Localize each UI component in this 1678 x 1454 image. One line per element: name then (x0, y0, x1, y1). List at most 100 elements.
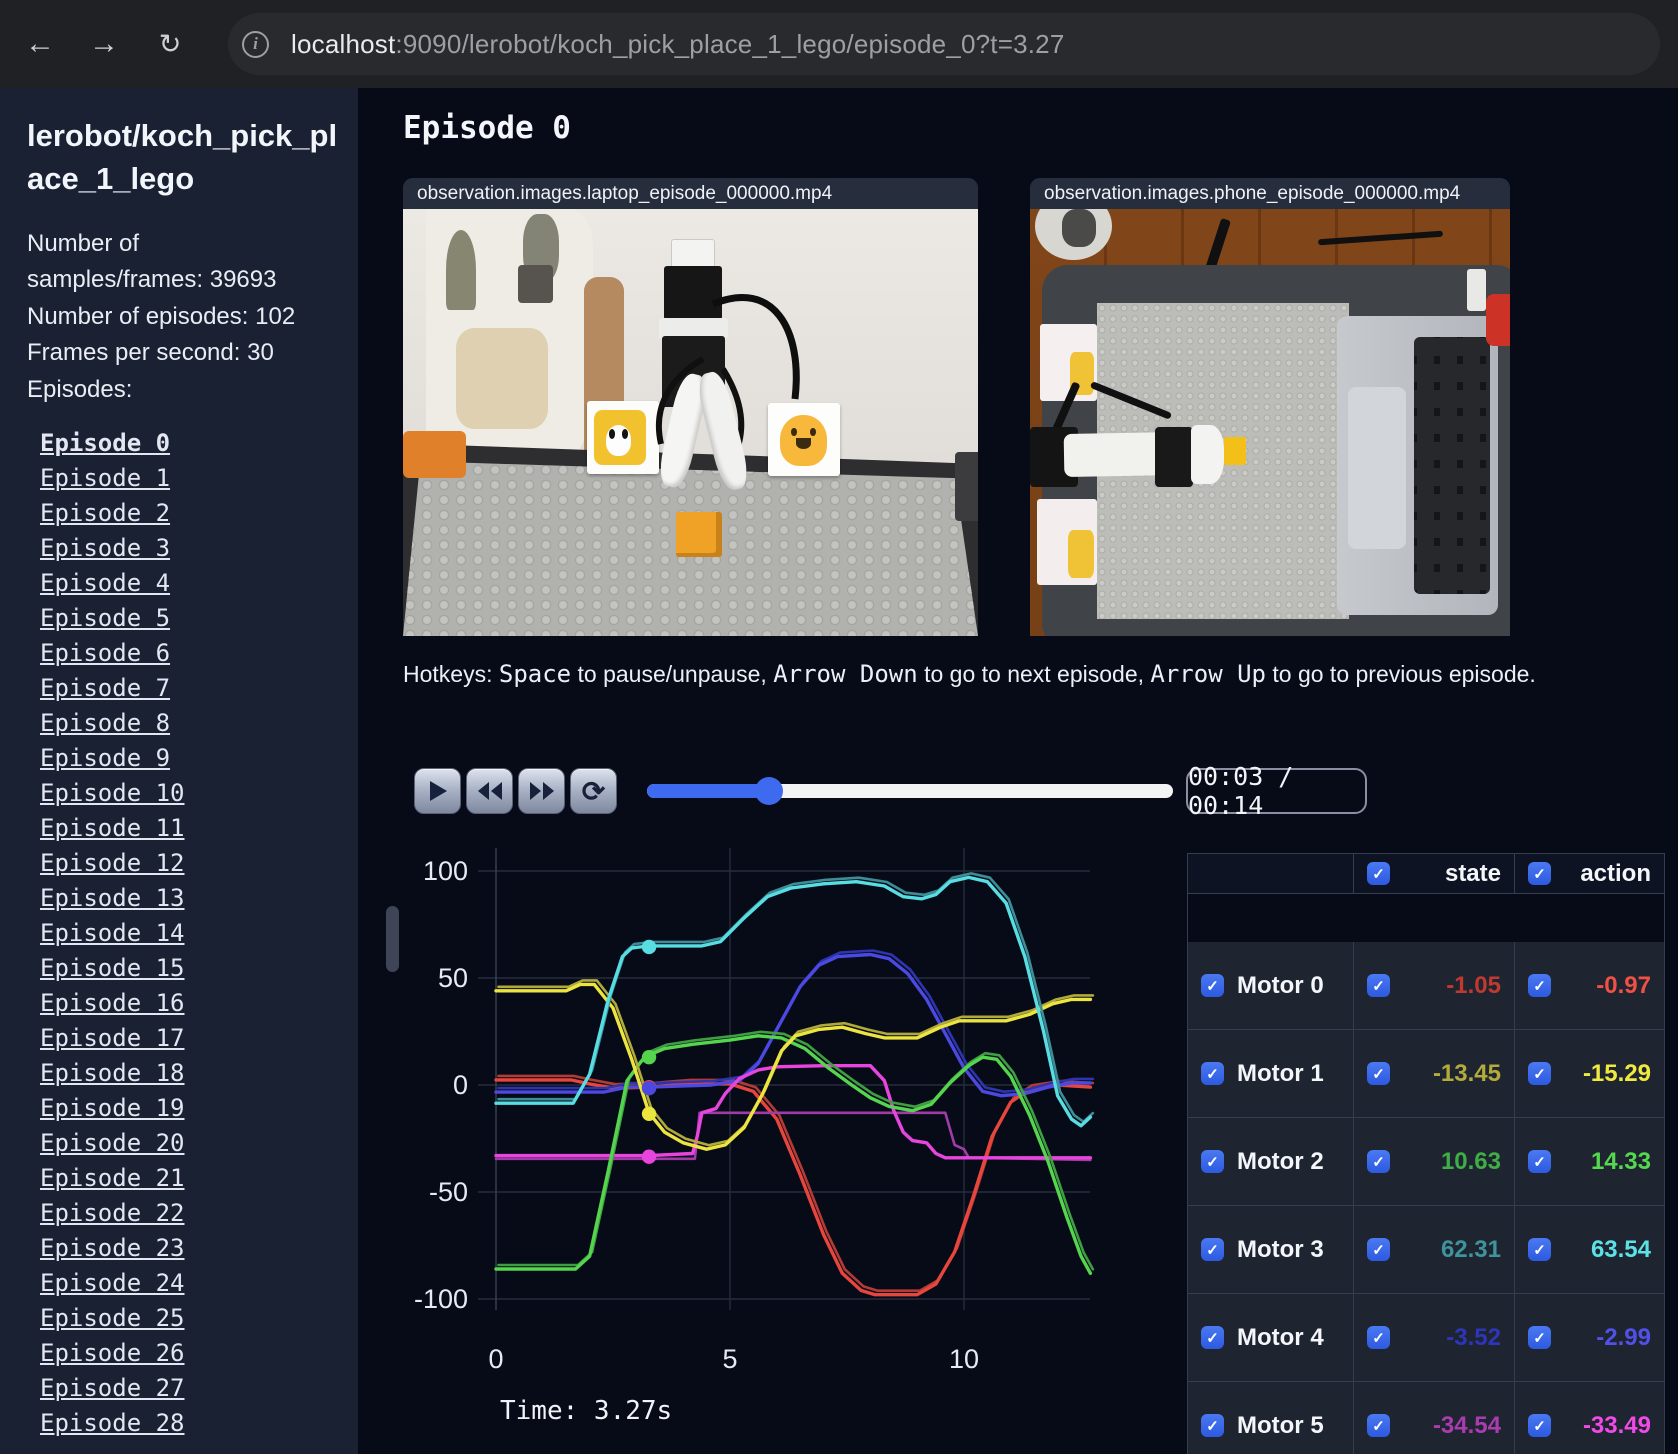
checkbox[interactable]: ✓ (1367, 1326, 1390, 1349)
video-phone[interactable] (1030, 209, 1510, 636)
video-panel-laptop: observation.images.laptop_episode_000000… (403, 178, 978, 636)
site-info-icon[interactable]: i (242, 30, 269, 58)
sidebar-episode-link[interactable]: Episode 28 (40, 1406, 340, 1441)
sidebar-episode-link[interactable]: Episode 27 (40, 1371, 340, 1406)
sidebar-episode-link[interactable]: Episode 13 (40, 881, 340, 916)
sidebar-episode-link[interactable]: Episode 14 (40, 916, 340, 951)
sidebar-episode-link[interactable]: Episode 8 (40, 706, 340, 741)
back-arrow-icon[interactable]: ← (20, 24, 60, 64)
motor-action-cell: ✓ 14.33 (1515, 1118, 1664, 1206)
checkbox[interactable]: ✓ (1201, 1326, 1224, 1349)
motor-row-label: ✓ Motor 2 (1188, 1118, 1354, 1206)
play-button[interactable] (414, 768, 461, 814)
sidebar-episode-link[interactable]: Episode 10 (40, 776, 340, 811)
checkbox[interactable]: ✓ (1201, 1238, 1224, 1261)
motor-state-cell: ✓ 62.31 (1354, 1206, 1515, 1294)
url-text[interactable]: localhost:9090/lerobot/koch_pick_place_1… (291, 29, 1065, 60)
checkbox[interactable]: ✓ (1367, 1150, 1390, 1173)
checkbox[interactable]: ✓ (1528, 1150, 1551, 1173)
loop-button[interactable]: ⟳ (570, 768, 617, 814)
checkbox[interactable]: ✓ (1528, 862, 1551, 885)
sidebar-episode-link[interactable]: Episode 16 (40, 986, 340, 1021)
checkbox[interactable]: ✓ (1201, 1062, 1224, 1085)
motor-chart: 100 50 0 -50 -100 0 5 10 (414, 848, 1095, 1374)
checkbox[interactable]: ✓ (1367, 1238, 1390, 1261)
checkbox[interactable]: ✓ (1201, 974, 1224, 997)
sidebar-episode-link[interactable]: Episode 5 (40, 601, 340, 636)
motor-row-label: ✓ Motor 0 (1188, 942, 1354, 1030)
motor-action-cell: ✓ -33.49 (1515, 1382, 1664, 1454)
motor-state-cell: ✓ -3.52 (1354, 1294, 1515, 1382)
action-value: -15.29 (1582, 1059, 1651, 1087)
checkbox[interactable]: ✓ (1528, 1414, 1551, 1437)
chart-time-label: Time: 3.27s (500, 1396, 673, 1426)
sidebar-episode-link[interactable]: Episode 7 (40, 671, 340, 706)
checkbox[interactable]: ✓ (1201, 1150, 1224, 1173)
sidebar-episode-link[interactable]: Episode 3 (40, 531, 340, 566)
sidebar-episode-link[interactable]: Episode 15 (40, 951, 340, 986)
sidebar-episode-link[interactable]: Episode 25 (40, 1301, 340, 1336)
sidebar-episode-link[interactable]: Episode 20 (40, 1126, 340, 1161)
motor-state-cell: ✓ -34.54 (1354, 1382, 1515, 1454)
address-bar[interactable]: i localhost:9090/lerobot/koch_pick_place… (228, 13, 1660, 75)
motor-name: Motor 4 (1237, 1323, 1324, 1351)
page-title: Episode 0 (403, 110, 571, 146)
checkbox[interactable]: ✓ (1367, 1062, 1390, 1085)
motor-name: Motor 0 (1237, 971, 1324, 999)
state-value: -1.05 (1446, 971, 1501, 999)
rewind-button[interactable] (466, 768, 513, 814)
scrollbar-thumb[interactable] (386, 906, 399, 972)
checkbox[interactable]: ✓ (1528, 1062, 1551, 1085)
sidebar: lerobot/koch_pick_pl ace_1_lego Number o… (0, 88, 358, 1454)
checkbox[interactable]: ✓ (1528, 974, 1551, 997)
motor-name: Motor 5 (1237, 1411, 1324, 1439)
scene-usb-plug (1466, 268, 1486, 312)
checkbox[interactable]: ✓ (1201, 1414, 1224, 1437)
current-time-marker (641, 1081, 657, 1096)
sidebar-episode-link[interactable]: Episode 4 (40, 566, 340, 601)
sidebar-episode-link[interactable]: Episode 24 (40, 1266, 340, 1301)
seek-slider-fill (647, 784, 770, 798)
sidebar-episode-link[interactable]: Episode 12 (40, 846, 340, 881)
sidebar-episode-link[interactable]: Episode 0 (40, 426, 340, 461)
sidebar-episode-link[interactable]: Episode 6 (40, 636, 340, 671)
sidebar-episode-link[interactable]: Episode 23 (40, 1231, 340, 1266)
current-time-marker (641, 1049, 657, 1065)
sidebar-episode-link[interactable]: Episode 9 (40, 741, 340, 776)
seek-slider-thumb[interactable] (755, 777, 784, 805)
checkbox[interactable]: ✓ (1367, 862, 1390, 885)
fast-forward-button[interactable] (518, 768, 565, 814)
sidebar-episode-link[interactable]: Episode 11 (40, 811, 340, 846)
motor-action-cell: ✓ -15.29 (1515, 1030, 1664, 1118)
motor-action-cell: ✓ 63.54 (1515, 1206, 1664, 1294)
checkbox[interactable]: ✓ (1528, 1238, 1551, 1261)
motor-table: ✓ state ✓ action ✓ Motor 0 ✓ -1.05 ✓ -0.97 ✓ Motor … (1187, 853, 1665, 1454)
y-tick-label: 100 (423, 856, 468, 886)
action-value: -33.49 (1582, 1411, 1651, 1439)
sidebar-episode-link[interactable]: Episode 1 (40, 461, 340, 496)
sidebar-episode-link[interactable]: Episode 17 (40, 1021, 340, 1056)
sidebar-episode-link[interactable]: Episode 26 (40, 1336, 340, 1371)
sidebar-episode-link[interactable]: Episode 22 (40, 1196, 340, 1231)
reload-icon[interactable]: ↻ (150, 24, 190, 64)
checkbox[interactable]: ✓ (1367, 1414, 1390, 1437)
checkbox[interactable]: ✓ (1367, 974, 1390, 997)
seek-slider[interactable] (647, 777, 1173, 805)
current-time-marker (641, 1106, 657, 1121)
forward-arrow-icon[interactable]: → (84, 24, 124, 64)
video-laptop[interactable] (403, 209, 978, 636)
checkbox[interactable]: ✓ (1528, 1326, 1551, 1349)
scene-trackpad (1348, 387, 1407, 549)
dataset-title: lerobot/koch_pick_pl ace_1_lego (27, 118, 338, 196)
motor-action-cell: ✓ -2.99 (1515, 1294, 1664, 1382)
video-title-laptop: observation.images.laptop_episode_000000… (403, 178, 978, 209)
sidebar-episode-link[interactable]: Episode 2 (40, 496, 340, 531)
sidebar-episode-link[interactable]: Episode 18 (40, 1056, 340, 1091)
scene-arm-gripper (1190, 424, 1225, 485)
sidebar-episode-link[interactable]: Episode 19 (40, 1091, 340, 1126)
sidebar-episode-link[interactable]: Episode 21 (40, 1161, 340, 1196)
table-header-action: ✓ action (1515, 854, 1664, 894)
y-tick-label: -100 (414, 1284, 468, 1314)
hotkey-key: Space (498, 660, 572, 688)
state-value: -34.54 (1432, 1411, 1501, 1439)
